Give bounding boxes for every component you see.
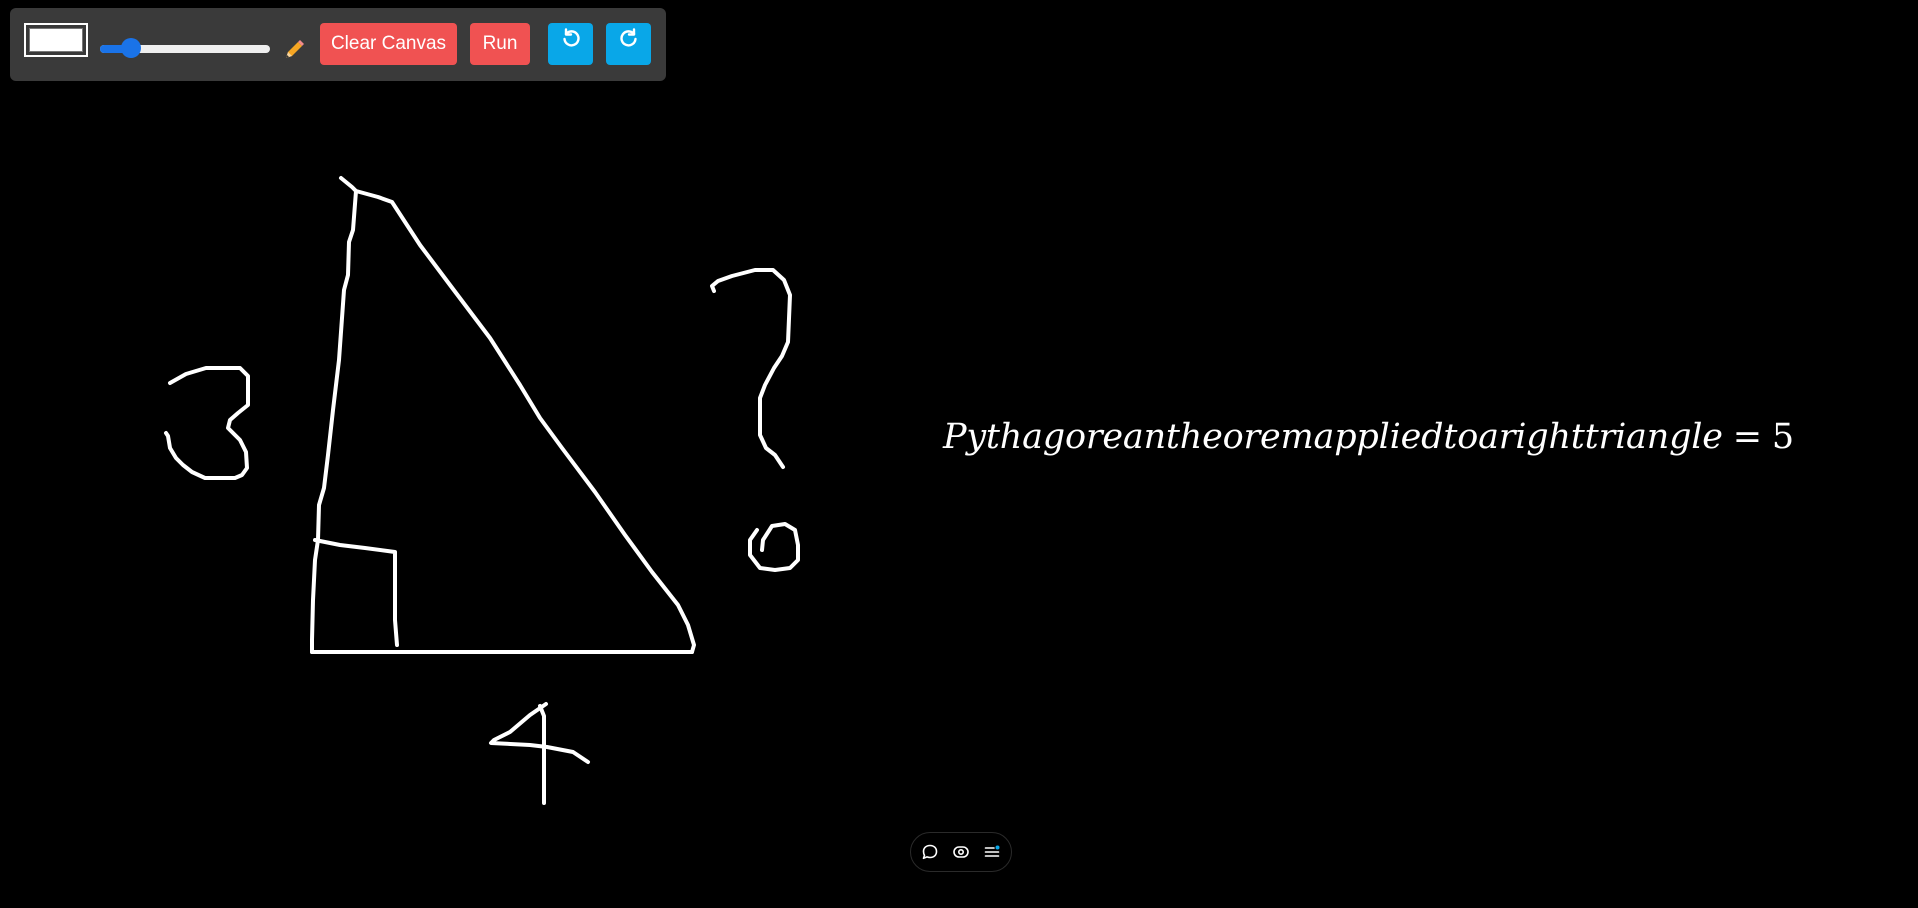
- clear-canvas-button[interactable]: Clear Canvas: [320, 23, 457, 65]
- pencil-icon[interactable]: [282, 38, 306, 62]
- color-swatch-fill: [29, 28, 83, 52]
- result-label: Pythagoreantheoremappliedtoarighttriangl…: [943, 417, 1723, 457]
- undo-icon: [560, 23, 582, 65]
- digit-four-stem: [538, 704, 546, 805]
- menu-icon[interactable]: [982, 842, 1002, 862]
- result-equals: =: [1732, 417, 1762, 457]
- redo-button[interactable]: [606, 23, 651, 65]
- brush-size-slider[interactable]: [100, 36, 270, 62]
- digit-four: [489, 702, 590, 764]
- question-mark: [710, 268, 792, 469]
- question-mark-dot: [748, 522, 800, 572]
- digit-three: [164, 366, 250, 480]
- color-picker[interactable]: [24, 23, 88, 57]
- eye-icon[interactable]: [951, 842, 971, 862]
- undo-button[interactable]: [548, 23, 593, 65]
- redo-icon: [618, 23, 640, 65]
- right-angle-marker: [313, 538, 399, 647]
- run-button[interactable]: Run: [470, 23, 530, 65]
- comment-icon[interactable]: [920, 842, 940, 862]
- toolbar: Clear Canvas Run: [10, 8, 666, 81]
- triangle-left-side: [310, 176, 358, 654]
- result-value: 5: [1771, 417, 1794, 457]
- result-expression[interactable]: Pythagoreantheoremappliedtoarighttriangl…: [943, 417, 1794, 457]
- floating-action-bar: [910, 832, 1012, 872]
- slider-thumb[interactable]: [121, 38, 141, 58]
- triangle-hypotenuse: [354, 189, 696, 654]
